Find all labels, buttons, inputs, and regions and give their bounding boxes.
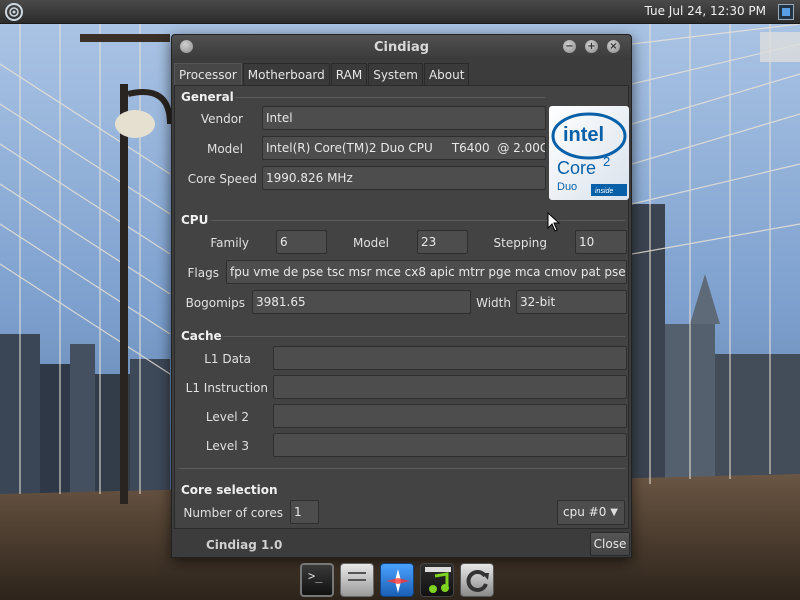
processor-tab-panel: General Vendor Intel Model Intel(R) Core…: [174, 85, 629, 529]
level-3-label: Level 3: [205, 439, 249, 453]
panel-clock[interactable]: Tue Jul 24, 12:30 PM: [645, 4, 767, 18]
intel-brand-text: intel: [563, 124, 604, 146]
tab-ram[interactable]: RAM: [330, 63, 368, 85]
app-version: Cindiag 1.0: [206, 538, 283, 552]
chevron-down-icon: ▼: [610, 507, 618, 518]
cpu-select-value: cpu #0: [563, 505, 607, 519]
core-speed-label: Core Speed: [187, 172, 257, 186]
close-button[interactable]: Close: [590, 532, 630, 556]
l1-data-label: L1 Data: [204, 352, 251, 366]
number-of-cores-field[interactable]: 1: [290, 500, 319, 524]
bogomips-label: Bogomips: [185, 296, 245, 310]
minimize-icon[interactable]: −: [563, 40, 576, 53]
model-label: Model: [206, 142, 243, 156]
web-browser-icon[interactable]: [380, 563, 414, 597]
section-divider: [223, 336, 625, 337]
l1-data-field[interactable]: [273, 346, 627, 370]
terminal-icon[interactable]: >_: [300, 563, 334, 597]
family-label: Family: [210, 236, 249, 250]
core-text: Core: [557, 158, 596, 178]
bogomips-field[interactable]: 3981.65: [252, 290, 471, 314]
l1-instruction-label: L1 Instruction: [185, 381, 268, 395]
core-superscript-text: 2: [603, 154, 610, 169]
cpu-model-label: Model: [352, 236, 389, 250]
mouse-cursor-icon: [547, 212, 561, 232]
level-2-label: Level 2: [205, 410, 249, 424]
cindiag-window: Cindiag − + × Processor Motherboard RAM …: [171, 34, 632, 558]
cpu-model-field[interactable]: 23: [417, 230, 468, 254]
cpu-section-title: CPU: [181, 213, 209, 227]
tab-bar: Processor Motherboard RAM System About: [174, 63, 470, 85]
cpu-select-dropdown[interactable]: cpu #0 ▼: [557, 500, 625, 525]
number-of-cores-label: Number of cores: [183, 506, 283, 520]
family-field[interactable]: 6: [276, 230, 327, 254]
vendor-label: Vendor: [200, 112, 243, 126]
section-divider: [235, 97, 545, 98]
maximize-icon[interactable]: +: [585, 40, 598, 53]
show-desktop-icon[interactable]: [778, 4, 794, 20]
stepping-field[interactable]: 10: [575, 230, 627, 254]
tab-processor[interactable]: Processor: [174, 63, 242, 85]
section-divider: [211, 220, 625, 221]
core-speed-field[interactable]: 1990.826 MHz: [262, 166, 546, 190]
width-field[interactable]: 32-bit: [516, 290, 627, 314]
general-section-title: General: [181, 90, 234, 104]
file-manager-icon[interactable]: [340, 563, 374, 597]
tab-system[interactable]: System: [368, 63, 423, 85]
tab-motherboard[interactable]: Motherboard: [242, 63, 330, 85]
inside-text: inside: [595, 188, 613, 195]
level-2-field[interactable]: [273, 404, 627, 428]
tab-about[interactable]: About: [423, 63, 470, 85]
distro-logo-icon[interactable]: [4, 2, 24, 22]
window-titlebar[interactable]: Cindiag − + ×: [172, 35, 631, 60]
stepping-label: Stepping: [493, 236, 548, 250]
music-player-icon[interactable]: [420, 563, 454, 597]
flags-field[interactable]: fpu vme de pse tsc msr mce cx8 apic mtrr…: [226, 260, 627, 284]
top-panel: Tue Jul 24, 12:30 PM: [0, 0, 800, 24]
level-3-field[interactable]: [273, 433, 627, 457]
section-divider: [179, 468, 625, 469]
model-field[interactable]: Intel(R) Core(TM)2 Duo CPU T6400 @ 2.00G…: [262, 136, 546, 160]
core-selection-title: Core selection: [181, 483, 278, 497]
intel-core2-duo-logo: intel Core 2 Duo inside: [549, 106, 629, 200]
flags-label: Flags: [187, 266, 219, 280]
close-icon[interactable]: ×: [607, 40, 620, 53]
update-manager-icon[interactable]: [460, 563, 494, 597]
dock: >_: [300, 560, 500, 600]
cache-section-title: Cache: [181, 329, 222, 343]
l1-instruction-field[interactable]: [273, 375, 627, 399]
vendor-field[interactable]: Intel: [262, 106, 546, 130]
width-label: Width: [476, 296, 511, 310]
duo-text: Duo: [557, 181, 577, 193]
